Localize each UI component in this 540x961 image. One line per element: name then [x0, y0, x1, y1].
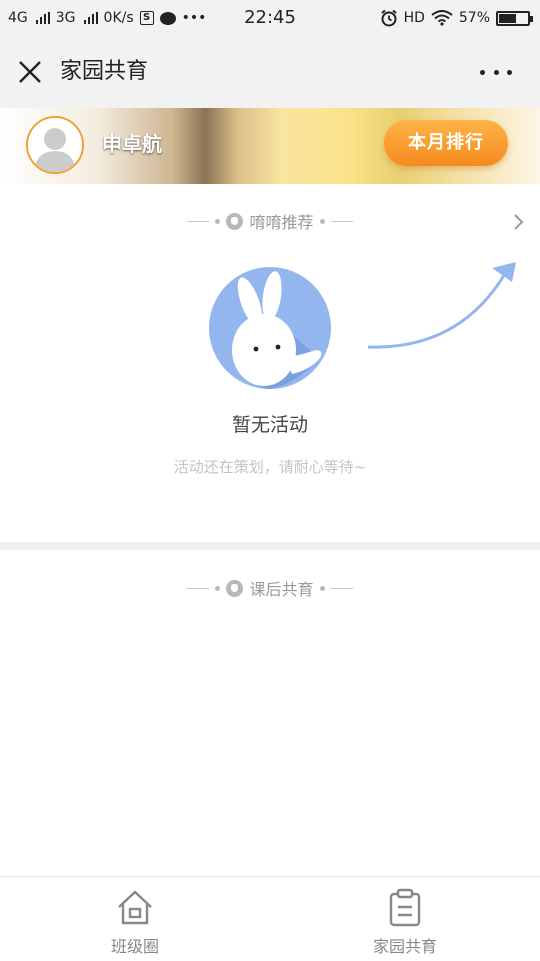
- tab-class-circle[interactable]: 班级圈: [0, 877, 270, 961]
- status-right: HD 57%: [380, 0, 533, 36]
- bottom-tab-bar: 班级圈 家园共育: [0, 876, 540, 960]
- tab-home-school[interactable]: 家园共育: [270, 877, 540, 961]
- close-icon[interactable]: [16, 58, 44, 86]
- avatar[interactable]: [26, 116, 84, 174]
- section-title-after-school: 课后共育: [249, 580, 314, 599]
- app-header: 家园共育: [0, 36, 540, 108]
- chevron-right-icon[interactable]: [512, 210, 526, 234]
- default-avatar-icon: [28, 118, 82, 172]
- divider-line: [187, 220, 210, 222]
- wifi-icon: [431, 10, 453, 26]
- battery-fill: [499, 13, 517, 23]
- hand-icon: [226, 579, 244, 597]
- divider-dot: [319, 218, 325, 224]
- more-icon[interactable]: [480, 60, 512, 84]
- empty-subtitle: 活动还在策划，请耐心等待~: [173, 458, 367, 476]
- tab-label: 班级圈: [110, 937, 159, 956]
- hand-icon: [226, 212, 244, 230]
- divider-dot: [319, 585, 325, 591]
- divider-dot: [215, 218, 221, 224]
- username: 申卓航: [102, 132, 162, 156]
- monthly-ranking-button[interactable]: 本月排行: [384, 120, 508, 166]
- empty-activity-illustration: [209, 262, 516, 389]
- section-header-after-school: 课后共育: [0, 573, 540, 603]
- battery-percent: 57%: [458, 10, 490, 26]
- hd-label: HD: [403, 10, 425, 26]
- section-title-recommend: 唷唷推荐: [249, 213, 314, 232]
- section-divider: [0, 542, 540, 550]
- empty-title: 暂无活动: [231, 414, 308, 436]
- alarm-icon: [380, 9, 397, 27]
- divider-line: [330, 587, 353, 589]
- page-title: 家园共育: [60, 59, 149, 84]
- user-banner: 申卓航 本月排行: [0, 108, 540, 184]
- divider-line: [330, 220, 353, 222]
- divider-dot: [215, 585, 221, 591]
- clipboard-icon: [389, 888, 421, 927]
- home-icon: [118, 890, 152, 925]
- status-bar: 4G 3G 0K/s S ••• 22:45 HD 57%: [0, 0, 540, 36]
- divider-line: [187, 587, 210, 589]
- section-header-recommend: 唷唷推荐: [0, 206, 540, 236]
- battery-icon: [496, 10, 533, 26]
- tab-label: 家园共育: [372, 937, 437, 956]
